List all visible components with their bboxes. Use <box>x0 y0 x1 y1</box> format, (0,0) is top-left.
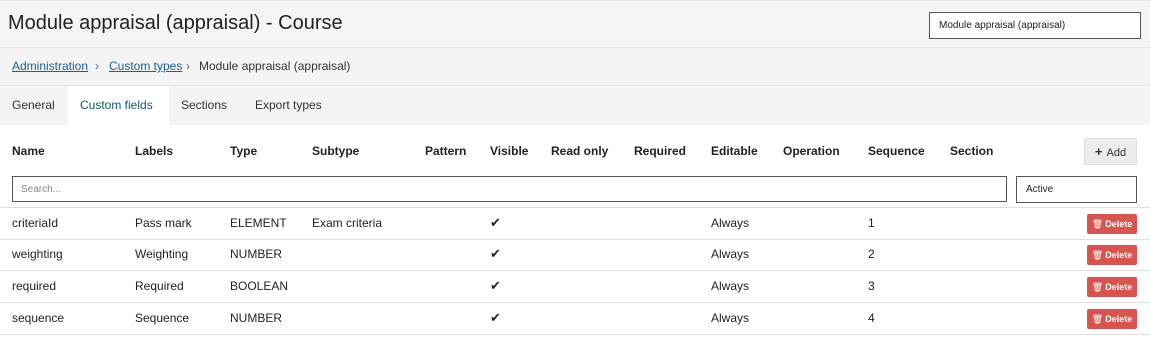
field-subtype: Exam criteria <box>312 216 383 230</box>
add-button[interactable]: + Add <box>1084 138 1137 165</box>
column-header-type[interactable]: Type <box>230 144 257 158</box>
chevron-right-icon: › <box>95 59 99 73</box>
breadcrumb-current: Module appraisal (appraisal) <box>199 59 351 73</box>
tab-general[interactable]: General <box>0 86 67 125</box>
column-header-operation[interactable]: Operation <box>783 144 840 158</box>
page-header: Module appraisal (appraisal) - Course Mo… <box>0 0 1150 48</box>
delete-button-label: Delete <box>1105 219 1133 229</box>
breadcrumb-custom-types-link[interactable]: Custom types <box>109 59 182 73</box>
column-header-required[interactable]: Required <box>634 144 686 158</box>
tab-custom-fields[interactable]: Custom fields <box>68 86 169 125</box>
field-name: weighting <box>12 247 63 261</box>
column-header-pattern[interactable]: Pattern <box>425 144 466 158</box>
field-name: required <box>12 279 57 293</box>
field-label: Sequence <box>135 311 190 325</box>
status-filter-select[interactable]: Active <box>1016 176 1137 203</box>
row-divider <box>0 239 1150 240</box>
field-editable: Always <box>711 247 750 261</box>
column-header-visible[interactable]: Visible <box>490 144 528 158</box>
breadcrumb-administration-link[interactable]: Administration <box>12 59 88 73</box>
field-sequence: 3 <box>868 279 875 293</box>
trash-icon: 🗑 <box>1091 282 1104 292</box>
add-button-label: Add <box>1106 147 1127 159</box>
tab-export-types[interactable]: Export types <box>243 86 334 125</box>
row-divider <box>0 302 1150 303</box>
field-editable: Always <box>711 279 750 293</box>
column-header-section[interactable]: Section <box>950 144 993 158</box>
column-header-sequence[interactable]: Sequence <box>868 144 925 158</box>
plus-icon: + <box>1094 144 1103 159</box>
delete-button[interactable]: 🗑 Delete <box>1087 309 1137 329</box>
row-divider <box>0 270 1150 271</box>
column-header-read-only[interactable]: Read only <box>551 144 608 158</box>
checkmark-icon: ✔ <box>490 310 501 325</box>
field-editable: Always <box>711 216 750 230</box>
delete-button-label: Delete <box>1105 250 1133 260</box>
delete-button[interactable]: 🗑 Delete <box>1087 214 1137 234</box>
field-name: criteriaId <box>12 216 59 230</box>
column-header-name[interactable]: Name <box>12 144 45 158</box>
column-header-subtype[interactable]: Subtype <box>312 144 359 158</box>
page-title: Module appraisal (appraisal) - Course <box>8 12 343 34</box>
trash-icon: 🗑 <box>1091 250 1104 260</box>
checkmark-icon: ✔ <box>490 246 501 261</box>
row-divider <box>0 207 1150 208</box>
tab-sections[interactable]: Sections <box>169 86 239 125</box>
field-label: Weighting <box>135 247 189 261</box>
chevron-right-icon: › <box>186 59 190 73</box>
trash-icon: 🗑 <box>1091 314 1104 324</box>
checkmark-icon: ✔ <box>490 278 501 293</box>
delete-button-label: Delete <box>1105 282 1133 292</box>
delete-button[interactable]: 🗑 Delete <box>1087 245 1137 265</box>
delete-button[interactable]: 🗑 Delete <box>1087 277 1137 297</box>
row-divider <box>0 334 1150 335</box>
field-sequence: 4 <box>868 311 875 325</box>
field-type: BOOLEAN <box>230 279 289 293</box>
field-sequence: 1 <box>868 216 875 230</box>
column-header-editable[interactable]: Editable <box>711 144 758 158</box>
field-label: Required <box>135 279 184 293</box>
search-input[interactable] <box>12 176 1007 202</box>
field-editable: Always <box>711 311 750 325</box>
record-selector[interactable]: Module appraisal (appraisal) <box>929 12 1141 39</box>
field-type: ELEMENT <box>230 216 287 230</box>
field-name: sequence <box>12 311 65 325</box>
field-sequence: 2 <box>868 247 875 261</box>
trash-icon: 🗑 <box>1091 219 1104 229</box>
tab-bar: General Custom fields Sections Export ty… <box>0 86 1150 125</box>
breadcrumb: Administration › Custom types › Module a… <box>0 48 1150 86</box>
field-label: Pass mark <box>135 216 192 230</box>
field-type: NUMBER <box>230 311 283 325</box>
field-type: NUMBER <box>230 247 283 261</box>
checkmark-icon: ✔ <box>490 215 501 230</box>
delete-button-label: Delete <box>1105 314 1133 324</box>
column-header-labels[interactable]: Labels <box>135 144 173 158</box>
